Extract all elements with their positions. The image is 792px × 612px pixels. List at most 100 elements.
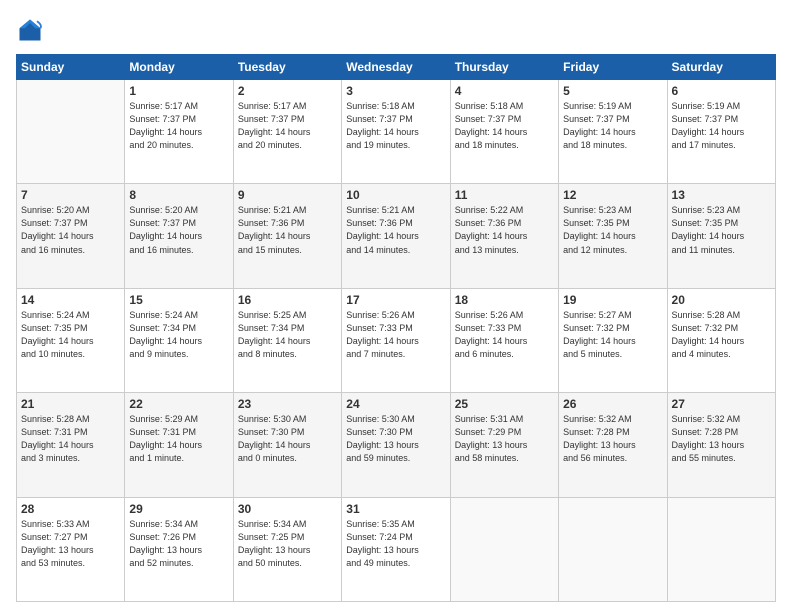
calendar-cell: 25 Sunrise: 5:31 AM Sunset: 7:29 PM Dayli…	[450, 393, 558, 497]
day-number: 30	[238, 502, 337, 516]
day-number: 24	[346, 397, 445, 411]
day-number: 18	[455, 293, 554, 307]
calendar-header-saturday: Saturday	[667, 55, 775, 80]
calendar-header-tuesday: Tuesday	[233, 55, 341, 80]
calendar-cell	[667, 497, 775, 601]
day-number: 11	[455, 188, 554, 202]
calendar-cell	[450, 497, 558, 601]
day-detail: Sunrise: 5:29 AM Sunset: 7:31 PM Dayligh…	[129, 413, 228, 465]
day-detail: Sunrise: 5:19 AM Sunset: 7:37 PM Dayligh…	[563, 100, 662, 152]
calendar-cell: 28 Sunrise: 5:33 AM Sunset: 7:27 PM Dayli…	[17, 497, 125, 601]
calendar-table: SundayMondayTuesdayWednesdayThursdayFrid…	[16, 54, 776, 602]
calendar-cell: 2Sunrise: 5:17 AM Sunset: 7:37 PM Daylig…	[233, 80, 341, 184]
calendar-cell: 13 Sunrise: 5:23 AM Sunset: 7:35 PM Dayli…	[667, 184, 775, 288]
calendar-cell: 11 Sunrise: 5:22 AM Sunset: 7:36 PM Dayli…	[450, 184, 558, 288]
day-detail: Sunrise: 5:34 AM Sunset: 7:26 PM Dayligh…	[129, 518, 228, 570]
day-detail: Sunrise: 5:33 AM Sunset: 7:27 PM Dayligh…	[21, 518, 120, 570]
day-number: 13	[672, 188, 771, 202]
calendar-cell	[17, 80, 125, 184]
calendar-cell: 17 Sunrise: 5:26 AM Sunset: 7:33 PM Dayli…	[342, 288, 450, 392]
day-detail: Sunrise: 5:24 AM Sunset: 7:34 PM Dayligh…	[129, 309, 228, 361]
day-number: 5	[563, 84, 662, 98]
calendar-cell: 6Sunrise: 5:19 AM Sunset: 7:37 PM Daylig…	[667, 80, 775, 184]
calendar-cell: 31 Sunrise: 5:35 AM Sunset: 7:24 PM Dayli…	[342, 497, 450, 601]
day-number: 2	[238, 84, 337, 98]
day-number: 21	[21, 397, 120, 411]
calendar-cell: 16 Sunrise: 5:25 AM Sunset: 7:34 PM Dayli…	[233, 288, 341, 392]
calendar-week-5: 28 Sunrise: 5:33 AM Sunset: 7:27 PM Dayli…	[17, 497, 776, 601]
day-detail: Sunrise: 5:26 AM Sunset: 7:33 PM Dayligh…	[346, 309, 445, 361]
day-detail: Sunrise: 5:25 AM Sunset: 7:34 PM Dayligh…	[238, 309, 337, 361]
day-detail: Sunrise: 5:28 AM Sunset: 7:32 PM Dayligh…	[672, 309, 771, 361]
day-number: 22	[129, 397, 228, 411]
logo	[16, 16, 48, 44]
calendar-cell: 26 Sunrise: 5:32 AM Sunset: 7:28 PM Dayli…	[559, 393, 667, 497]
day-number: 8	[129, 188, 228, 202]
page: SundayMondayTuesdayWednesdayThursdayFrid…	[0, 0, 792, 612]
header	[16, 16, 776, 44]
calendar-cell: 20 Sunrise: 5:28 AM Sunset: 7:32 PM Dayli…	[667, 288, 775, 392]
day-detail: Sunrise: 5:19 AM Sunset: 7:37 PM Dayligh…	[672, 100, 771, 152]
calendar-cell: 5 Sunrise: 5:19 AM Sunset: 7:37 PM Daylig…	[559, 80, 667, 184]
day-number: 26	[563, 397, 662, 411]
day-number: 25	[455, 397, 554, 411]
calendar-header-row: SundayMondayTuesdayWednesdayThursdayFrid…	[17, 55, 776, 80]
day-number: 10	[346, 188, 445, 202]
calendar-cell: 7Sunrise: 5:20 AM Sunset: 7:37 PM Daylig…	[17, 184, 125, 288]
calendar-cell: 15 Sunrise: 5:24 AM Sunset: 7:34 PM Dayli…	[125, 288, 233, 392]
day-number: 12	[563, 188, 662, 202]
day-number: 7	[21, 188, 120, 202]
logo-icon	[16, 16, 44, 44]
day-detail: Sunrise: 5:24 AM Sunset: 7:35 PM Dayligh…	[21, 309, 120, 361]
day-number: 28	[21, 502, 120, 516]
day-detail: Sunrise: 5:27 AM Sunset: 7:32 PM Dayligh…	[563, 309, 662, 361]
day-detail: Sunrise: 5:22 AM Sunset: 7:36 PM Dayligh…	[455, 204, 554, 256]
calendar-cell: 12 Sunrise: 5:23 AM Sunset: 7:35 PM Dayli…	[559, 184, 667, 288]
day-number: 29	[129, 502, 228, 516]
calendar-header-sunday: Sunday	[17, 55, 125, 80]
calendar-cell: 22 Sunrise: 5:29 AM Sunset: 7:31 PM Dayli…	[125, 393, 233, 497]
day-number: 23	[238, 397, 337, 411]
day-number: 15	[129, 293, 228, 307]
day-detail: Sunrise: 5:34 AM Sunset: 7:25 PM Dayligh…	[238, 518, 337, 570]
day-detail: Sunrise: 5:20 AM Sunset: 7:37 PM Dayligh…	[129, 204, 228, 256]
day-detail: Sunrise: 5:32 AM Sunset: 7:28 PM Dayligh…	[672, 413, 771, 465]
day-detail: Sunrise: 5:26 AM Sunset: 7:33 PM Dayligh…	[455, 309, 554, 361]
calendar-cell: 24 Sunrise: 5:30 AM Sunset: 7:30 PM Dayli…	[342, 393, 450, 497]
day-number: 20	[672, 293, 771, 307]
day-detail: Sunrise: 5:31 AM Sunset: 7:29 PM Dayligh…	[455, 413, 554, 465]
calendar-header-friday: Friday	[559, 55, 667, 80]
day-number: 16	[238, 293, 337, 307]
calendar-header-monday: Monday	[125, 55, 233, 80]
day-detail: Sunrise: 5:17 AM Sunset: 7:37 PM Dayligh…	[129, 100, 228, 152]
day-number: 4	[455, 84, 554, 98]
calendar-week-3: 14 Sunrise: 5:24 AM Sunset: 7:35 PM Dayli…	[17, 288, 776, 392]
calendar-cell	[559, 497, 667, 601]
day-number: 31	[346, 502, 445, 516]
day-detail: Sunrise: 5:32 AM Sunset: 7:28 PM Dayligh…	[563, 413, 662, 465]
day-detail: Sunrise: 5:30 AM Sunset: 7:30 PM Dayligh…	[238, 413, 337, 465]
day-detail: Sunrise: 5:35 AM Sunset: 7:24 PM Dayligh…	[346, 518, 445, 570]
calendar-cell: 19 Sunrise: 5:27 AM Sunset: 7:32 PM Dayli…	[559, 288, 667, 392]
day-number: 14	[21, 293, 120, 307]
calendar-cell: 18 Sunrise: 5:26 AM Sunset: 7:33 PM Dayli…	[450, 288, 558, 392]
calendar-cell: 9Sunrise: 5:21 AM Sunset: 7:36 PM Daylig…	[233, 184, 341, 288]
day-detail: Sunrise: 5:18 AM Sunset: 7:37 PM Dayligh…	[346, 100, 445, 152]
day-number: 3	[346, 84, 445, 98]
calendar-cell: 3 Sunrise: 5:18 AM Sunset: 7:37 PM Daylig…	[342, 80, 450, 184]
calendar-cell: 23 Sunrise: 5:30 AM Sunset: 7:30 PM Dayli…	[233, 393, 341, 497]
day-detail: Sunrise: 5:23 AM Sunset: 7:35 PM Dayligh…	[563, 204, 662, 256]
day-detail: Sunrise: 5:21 AM Sunset: 7:36 PM Dayligh…	[346, 204, 445, 256]
calendar-cell: 4Sunrise: 5:18 AM Sunset: 7:37 PM Daylig…	[450, 80, 558, 184]
calendar-cell: 30 Sunrise: 5:34 AM Sunset: 7:25 PM Dayli…	[233, 497, 341, 601]
calendar-cell: 14 Sunrise: 5:24 AM Sunset: 7:35 PM Dayli…	[17, 288, 125, 392]
day-detail: Sunrise: 5:30 AM Sunset: 7:30 PM Dayligh…	[346, 413, 445, 465]
day-detail: Sunrise: 5:23 AM Sunset: 7:35 PM Dayligh…	[672, 204, 771, 256]
calendar-cell: 21Sunrise: 5:28 AM Sunset: 7:31 PM Dayli…	[17, 393, 125, 497]
calendar-cell: 8 Sunrise: 5:20 AM Sunset: 7:37 PM Daylig…	[125, 184, 233, 288]
calendar-week-1: 1 Sunrise: 5:17 AM Sunset: 7:37 PM Daylig…	[17, 80, 776, 184]
day-number: 1	[129, 84, 228, 98]
day-number: 19	[563, 293, 662, 307]
day-number: 27	[672, 397, 771, 411]
day-number: 17	[346, 293, 445, 307]
